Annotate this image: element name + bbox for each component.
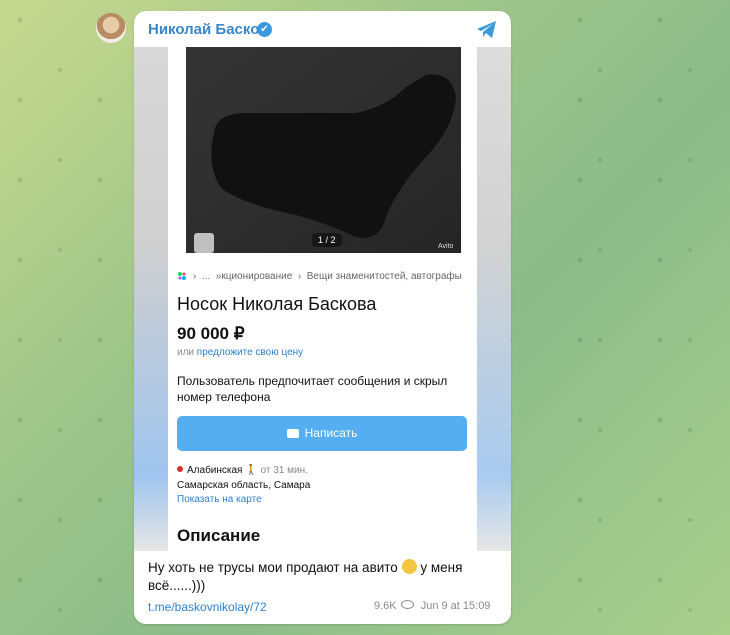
show-on-map-link[interactable]: Показать на карте (177, 494, 262, 505)
message-icon (286, 429, 299, 438)
eye-icon (400, 600, 414, 609)
photo-counter: 1 / 2 (312, 233, 342, 247)
channel-post: Николай Басков ✔ 1 / 2 Avito › ... »кцио… (134, 11, 511, 624)
avito-logo-icon (177, 271, 187, 281)
walk-icon: 🚶 (245, 465, 258, 476)
metro-time: от 31 мин. (260, 465, 308, 476)
view-count: 9.6K (374, 600, 397, 612)
post-header: Николай Басков ✔ (134, 11, 511, 49)
listing-screenshot[interactable]: 1 / 2 Avito › ... »кционирование › Вещи … (134, 47, 511, 551)
breadcrumb-chevron-icon: › (292, 271, 307, 282)
metro-line-icon (177, 466, 183, 472)
price-note: или предложите свою цену (177, 347, 303, 358)
breadcrumb-chevron-icon: › (193, 271, 202, 282)
photo-watermark: Avito (438, 243, 454, 250)
breadcrumb-item[interactable]: »кционирование (216, 271, 292, 282)
channel-name[interactable]: Николай Басков (148, 21, 269, 38)
seller-note: Пользователь предпочитает сообщения и ск… (177, 374, 448, 404)
description-heading: Описание (177, 526, 261, 545)
listing-photo: 1 / 2 Avito (186, 47, 461, 253)
post-meta: 9.6K Jun 9 at 15:09 (374, 600, 490, 612)
post-link[interactable]: t.me/baskovnikolay/72 (148, 600, 267, 614)
smirking-emoji-icon (401, 559, 417, 574)
caption-text: Ну хоть не трусы мои продают на авито (148, 560, 398, 575)
breadcrumb-item[interactable]: Вещи знаменитостей, автографы (307, 271, 462, 282)
price-or-label: или (177, 347, 195, 358)
telegram-icon[interactable] (476, 20, 498, 40)
region: Самарская область, Самара (177, 480, 311, 491)
write-button-label: Написать (304, 426, 358, 440)
expand-icon[interactable] (194, 233, 214, 253)
metro-info: Алабинская 🚶 от 31 мин. (177, 465, 308, 476)
metro-station: Алабинская (187, 465, 243, 476)
write-message-button[interactable]: Написать (177, 416, 467, 451)
verified-icon: ✔ (257, 22, 272, 37)
blur-edge-left (134, 47, 168, 551)
breadcrumb: › ... »кционирование › Вещи знаменитосте… (177, 271, 462, 282)
price: 90 000 ₽ (177, 324, 245, 343)
breadcrumb-ellipsis[interactable]: ... (202, 271, 210, 282)
channel-avatar[interactable] (96, 13, 126, 43)
item-title: Носок Николая Баскова (177, 294, 377, 314)
blur-edge-right (477, 47, 511, 551)
offer-price-link[interactable]: предложите свою цену (197, 347, 303, 358)
post-caption: Ну хоть не трусы мои продают на авито у … (148, 559, 498, 595)
post-date: Jun 9 at 15:09 (420, 600, 491, 612)
listing-page: 1 / 2 Avito › ... »кционирование › Вещи … (168, 47, 477, 551)
